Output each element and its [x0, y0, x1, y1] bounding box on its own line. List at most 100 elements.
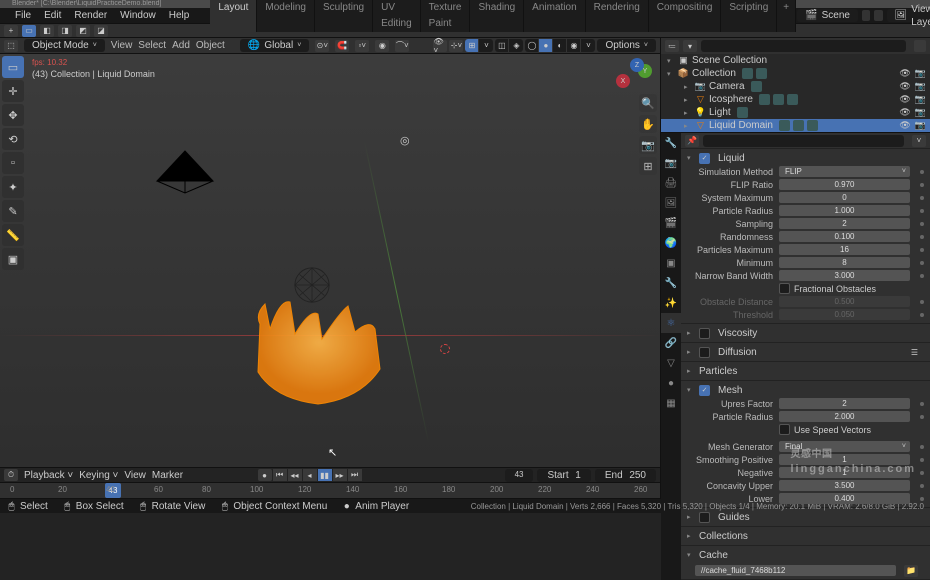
hide-viewport-toggle[interactable]: 👁: [899, 68, 910, 79]
properties-pin[interactable]: 📌: [685, 135, 699, 147]
shading-matpreview-button[interactable]: ◐: [553, 39, 567, 52]
tab-add[interactable]: +: [777, 0, 796, 32]
anim-decorator[interactable]: [920, 300, 924, 304]
anim-decorator[interactable]: [920, 445, 924, 449]
timeline-keying-menu[interactable]: Keying ˅: [79, 470, 118, 481]
menu-edit[interactable]: Edit: [38, 8, 67, 24]
tab-animation[interactable]: Animation: [524, 0, 585, 32]
prev-keyframe-button[interactable]: ◂◂: [288, 469, 302, 481]
disclosure-triangle-icon[interactable]: ▸: [687, 367, 695, 375]
viewlayer-dropdown[interactable]: 🖼 View Layer: [887, 9, 930, 22]
ptab-object[interactable]: ▣: [661, 253, 681, 273]
guides-checkbox[interactable]: [699, 512, 710, 523]
anim-decorator[interactable]: [920, 484, 924, 488]
snap-toggle[interactable]: 🧲: [335, 40, 349, 52]
disable-render-toggle[interactable]: 📷: [915, 81, 926, 92]
visibility-dropdown[interactable]: 👁˅: [433, 40, 447, 52]
anim-decorator[interactable]: [920, 497, 924, 501]
outliner-display-button[interactable]: ▾: [683, 40, 697, 52]
anim-decorator[interactable]: [920, 209, 924, 213]
outliner-item-collection[interactable]: ▾📦Collection👁📷: [661, 67, 930, 80]
rotate-tool[interactable]: ⟲: [2, 128, 24, 150]
property-field-particle-radius[interactable]: 2.000: [779, 411, 910, 422]
property-field-concavity-upper[interactable]: 3.500: [779, 480, 910, 491]
preset-menu[interactable]: ☰: [911, 348, 918, 357]
hide-viewport-toggle[interactable]: 👁: [899, 94, 910, 105]
end-frame-field[interactable]: End 250: [595, 469, 656, 482]
anim-decorator[interactable]: [920, 458, 924, 462]
cache-path-field[interactable]: //cache_fluid_7468b112: [695, 565, 896, 576]
viewport-menu-select[interactable]: Select: [138, 40, 166, 51]
tab-modeling[interactable]: Modeling: [257, 0, 315, 32]
viewport-menu-add[interactable]: Add: [172, 40, 190, 51]
shading-rendered-button[interactable]: ◉: [567, 39, 581, 52]
property-field-mesh-generator[interactable]: Final˅: [779, 441, 910, 452]
outliner-item-light[interactable]: ▸💡Light👁📷: [661, 106, 930, 119]
annotate-tool[interactable]: ✎: [2, 200, 24, 222]
speed-vectors-checkbox[interactable]: [779, 424, 790, 435]
hide-viewport-toggle[interactable]: 👁: [899, 120, 910, 131]
anim-decorator[interactable]: [920, 313, 924, 317]
navigation-gizmo[interactable]: X Y Z: [616, 58, 652, 94]
outliner-scene-collection[interactable]: ▾ ▣ Scene Collection: [661, 54, 930, 67]
scene-dropdown[interactable]: 🎬 Scene: [797, 9, 858, 22]
disclosure-triangle-icon[interactable]: ▸: [687, 329, 695, 337]
current-frame-field[interactable]: 43: [505, 469, 534, 482]
move-tool[interactable]: ✥: [2, 104, 24, 126]
ptab-texture[interactable]: ▦: [661, 393, 681, 413]
cursor-tool[interactable]: ✛: [2, 80, 24, 102]
tab-compositing[interactable]: Compositing: [649, 0, 722, 32]
interaction-mode-dropdown[interactable]: Object Mode˅: [24, 39, 105, 52]
outliner-search-input[interactable]: [701, 40, 906, 52]
timeline-playback-menu[interactable]: Playback ˅: [24, 470, 73, 481]
properties-search-input[interactable]: [703, 135, 904, 147]
viewport-menu-object[interactable]: Object: [196, 40, 225, 51]
ptab-physics[interactable]: ⚛: [661, 313, 681, 333]
property-field-system-maximum[interactable]: 0: [779, 192, 910, 203]
disable-render-toggle[interactable]: 📷: [915, 120, 926, 131]
viewport-menu-view[interactable]: View: [111, 40, 133, 51]
disclosure-triangle-icon[interactable]: ▾: [687, 386, 695, 394]
mesh-enable-checkbox[interactable]: ✓: [699, 385, 710, 396]
measure-tool[interactable]: 📏: [2, 224, 24, 246]
property-field-particle-radius[interactable]: 1.000: [779, 205, 910, 216]
ptab-scene[interactable]: 🎬: [661, 213, 681, 233]
jump-start-button[interactable]: ⏮: [273, 469, 287, 481]
property-field-simulation-method[interactable]: FLIP˅: [779, 166, 910, 177]
anim-decorator[interactable]: [920, 471, 924, 475]
wire-toggle[interactable]: ◈: [509, 39, 523, 52]
properties-options[interactable]: ˅: [912, 135, 926, 147]
anim-decorator[interactable]: [920, 235, 924, 239]
viewport-options-dropdown[interactable]: Options˅: [597, 39, 656, 52]
timeline-editor-button[interactable]: ⏱: [4, 469, 18, 481]
gizmo-dropdown[interactable]: ⊹˅: [449, 40, 463, 52]
property-field-smoothing-positive[interactable]: 1: [779, 454, 910, 465]
property-field-upres-factor[interactable]: 2: [779, 398, 910, 409]
ptab-material[interactable]: ●: [661, 373, 681, 393]
snap-options[interactable]: ▫˅: [355, 40, 369, 52]
menu-window[interactable]: Window: [114, 8, 162, 24]
property-field-negative[interactable]: 1: [779, 467, 910, 478]
ptab-particles[interactable]: ✨: [661, 293, 681, 313]
select-tool-button[interactable]: ▭: [22, 25, 36, 37]
outliner-item-icosphere[interactable]: ▸▽Icosphere👁📷: [661, 93, 930, 106]
ptab-output[interactable]: 🖨: [661, 173, 681, 193]
add-tool[interactable]: ▣: [2, 248, 24, 270]
tab-shading[interactable]: Shading: [470, 0, 524, 32]
disclosure-triangle-icon[interactable]: ▾: [687, 551, 695, 559]
disclosure-triangle-icon[interactable]: ▸: [684, 83, 692, 91]
shading-options-button[interactable]: ˅: [581, 39, 595, 52]
anim-decorator[interactable]: [920, 196, 924, 200]
transform-orientation-dropdown[interactable]: 🌐Global˅: [240, 39, 309, 52]
toolopt-a[interactable]: ◧: [40, 25, 54, 37]
outliner-item-camera[interactable]: ▸📷Camera👁📷: [661, 80, 930, 93]
shading-solid-button[interactable]: ●: [539, 39, 553, 52]
property-field-particles-maximum[interactable]: 16: [779, 244, 910, 255]
ptab-mesh[interactable]: ▽: [661, 353, 681, 373]
scene-browse-button[interactable]: [862, 10, 870, 21]
property-field-flip-ratio[interactable]: 0.970: [779, 179, 910, 190]
proportional-options[interactable]: ⌒˅: [395, 40, 409, 52]
disclosure-triangle-icon[interactable]: ▾: [667, 57, 675, 65]
anim-decorator[interactable]: [920, 183, 924, 187]
perspective-toggle[interactable]: ⊞: [639, 157, 657, 175]
